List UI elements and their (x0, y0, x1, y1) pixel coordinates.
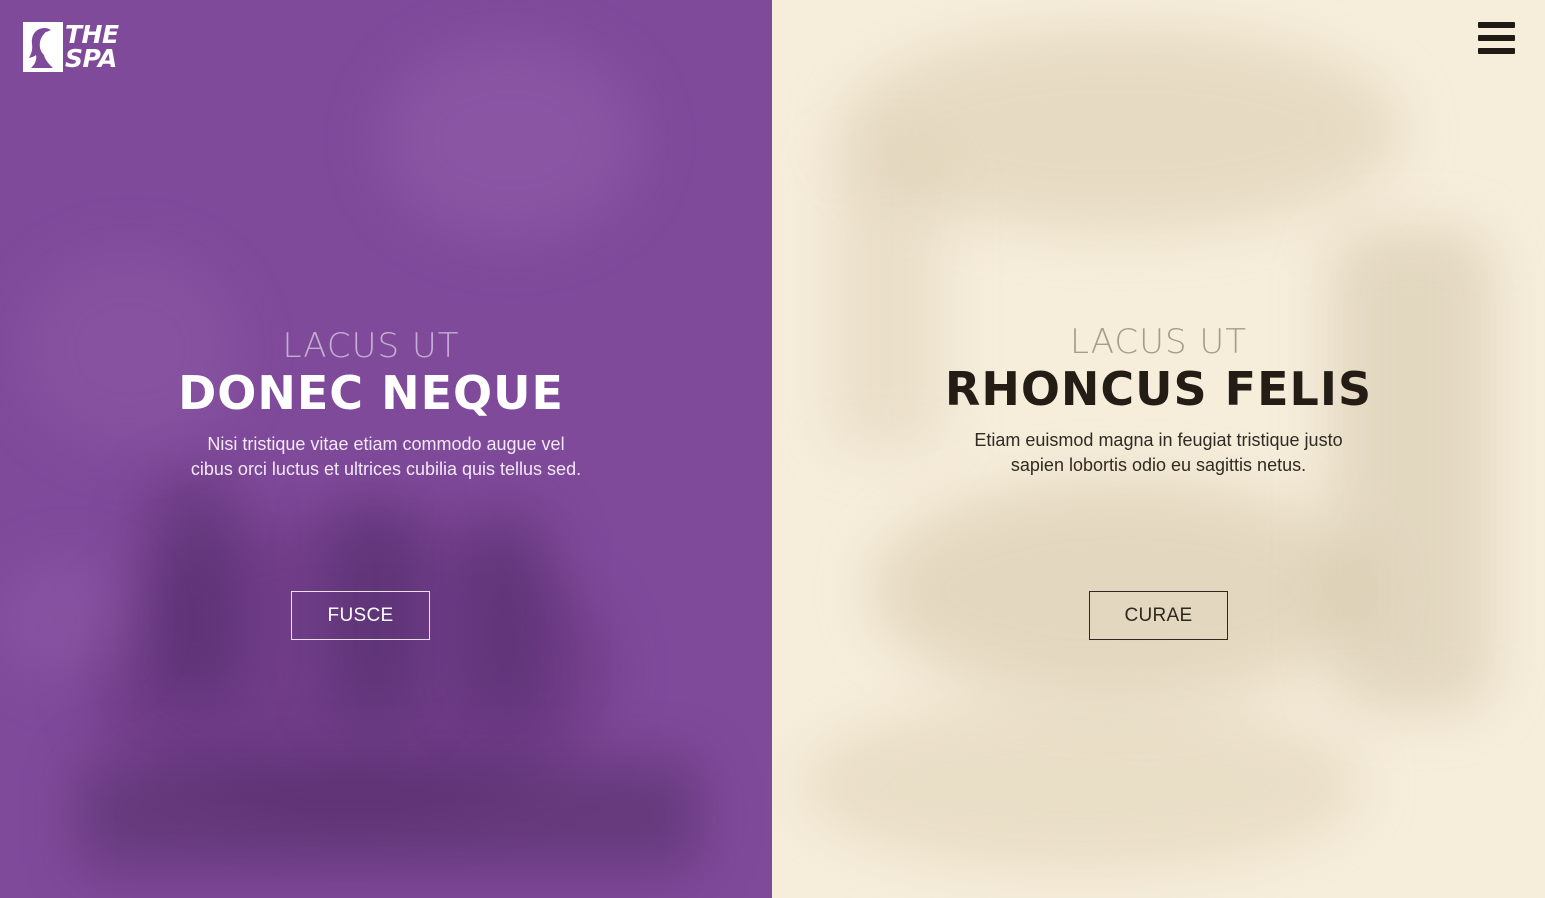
background-photo-texture (90, 520, 610, 820)
logo-wordmark: THE SPA (65, 22, 119, 73)
menu-bar (1478, 22, 1515, 28)
fusce-button[interactable]: FUSCE (291, 591, 430, 640)
panel-headline: DONEC NEQUE (178, 366, 564, 420)
panel-description: Nisi tristique vitae etiam commodo augue… (176, 432, 596, 482)
panel-kicker: LACUS UT (1069, 322, 1248, 362)
description-line: Nisi tristique vitae etiam commodo augue… (207, 434, 565, 454)
description-line: sapien lobortis odio eu sagittis netus. (1010, 455, 1307, 475)
panel-kicker: LACUS UT (282, 326, 460, 366)
curae-button[interactable]: CURAE (1089, 591, 1228, 640)
left-panel: LACUS UT DONEC NEQUE Nisi tristique vita… (0, 0, 772, 898)
background-photo-texture (460, 510, 550, 720)
woman-silhouette-icon (23, 22, 63, 72)
left-panel-content: LACUS UT DONEC NEQUE Nisi tristique vita… (0, 326, 772, 482)
right-panel: LACUS UT RHONCUS FELIS Etiam euismod mag… (772, 0, 1545, 898)
background-photo-texture (150, 480, 240, 700)
background-photo-texture (842, 30, 1402, 230)
description-line: Etiam euismod magna in feugiat tristique… (974, 430, 1343, 450)
hamburger-menu-icon[interactable] (1478, 22, 1515, 54)
panel-headline: RHONCUS FELIS (944, 362, 1373, 416)
background-photo-texture (80, 760, 700, 870)
panel-description: Etiam euismod magna in feugiat tristique… (959, 428, 1359, 478)
background-photo-texture (0, 560, 140, 680)
site-logo[interactable]: THE SPA (23, 22, 119, 72)
background-photo-texture (802, 700, 1362, 870)
background-photo-texture (380, 40, 640, 240)
description-line: cibus orci luctus et ultrices cubilia qu… (190, 459, 582, 479)
menu-bar (1478, 48, 1515, 54)
split-hero: THE SPA LACUS UT DONEC NEQUE Nisi tristi… (0, 0, 1545, 898)
menu-bar (1478, 35, 1515, 41)
right-panel-content: LACUS UT RHONCUS FELIS Etiam euismod mag… (772, 322, 1545, 478)
background-photo-texture (872, 480, 1372, 700)
logo-line-2: SPA (65, 44, 117, 73)
